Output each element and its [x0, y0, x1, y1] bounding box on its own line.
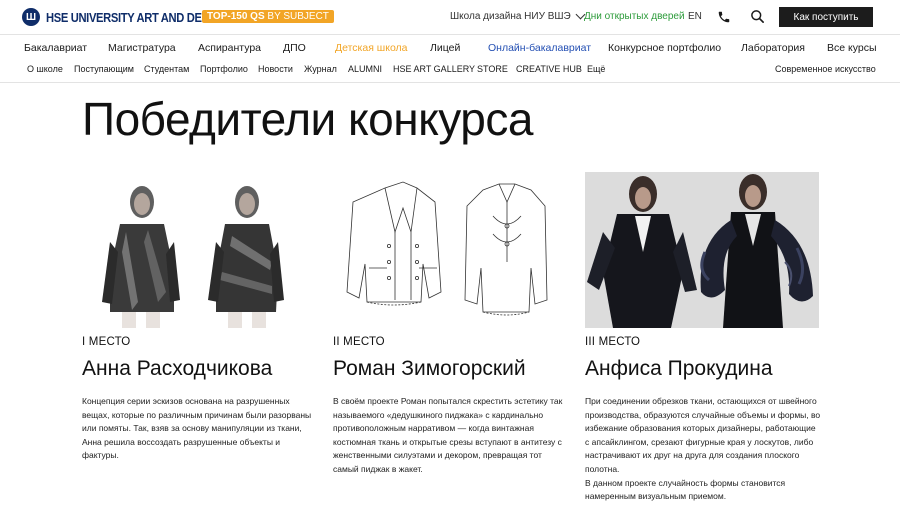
subnav-students[interactable]: Студентам	[144, 64, 189, 74]
subnav-journal[interactable]: Журнал	[304, 64, 337, 74]
winner-3-description: При соединении обрезков ткани, остающихс…	[585, 396, 821, 502]
page-title: Победители конкурса	[82, 93, 533, 145]
subnav-about[interactable]: О школе	[27, 64, 63, 74]
subnav-store[interactable]: STORE	[477, 64, 508, 74]
winner-2-name: Роман Зимогорский	[333, 357, 526, 380]
qs-ranking-badge[interactable]: TOP-150 QS BY SUBJECT	[202, 10, 334, 23]
winner-card-2: II МЕСТО Роман Зимогорский В своём проек…	[333, 172, 569, 477]
winner-1-image	[82, 172, 318, 328]
qs-badge-light: BY SUBJECT	[267, 11, 329, 22]
subnav-portfolio[interactable]: Портфолио	[200, 64, 248, 74]
header-divider	[0, 34, 900, 35]
subnav-applicants[interactable]: Поступающим	[74, 64, 134, 74]
nav-item-kids-school[interactable]: Детская школа	[335, 42, 408, 54]
language-switch[interactable]: EN	[688, 11, 702, 22]
phone-icon[interactable]	[717, 10, 731, 24]
nav-item-postgraduate[interactable]: Аспирантура	[198, 42, 261, 54]
qs-badge-bold: TOP-150 QS	[207, 11, 265, 22]
winner-2-description: В своём проекте Роман попытался скрестит…	[333, 396, 563, 474]
winner-card-3: III МЕСТО Анфиса Прокудина При соединени…	[585, 172, 821, 504]
nav-item-bachelor[interactable]: Бакалавриат	[24, 42, 87, 54]
subnav-art-gallery[interactable]: HSE ART GALLERY	[393, 64, 475, 74]
subnav-alumni[interactable]: ALUMNI	[348, 64, 382, 74]
nav-item-dpo[interactable]: ДПО	[283, 42, 306, 54]
winner-1-description: Концепция серии эскизов основана на разр…	[82, 396, 312, 461]
winner-1-name: Анна Расходчикова	[82, 357, 273, 380]
nav-item-portfolio-contest[interactable]: Конкурсное портфолио	[608, 42, 721, 54]
top-bar: Ш HSE UNIVERSITY ART AND DESIGN TOP-150 …	[0, 0, 900, 34]
open-days-link[interactable]: Дни открытых дверей	[584, 11, 685, 22]
subnav-more[interactable]: Ещё	[587, 64, 605, 74]
search-icon[interactable]	[750, 9, 765, 24]
logo-text: HSE UNIVERSITY ART AND DESIGN	[46, 9, 228, 25]
winner-2-image	[333, 172, 569, 328]
how-to-apply-button[interactable]: Как поступить	[779, 7, 873, 27]
nav-item-lyceum[interactable]: Лицей	[430, 42, 460, 54]
nav-item-lab[interactable]: Лаборатория	[741, 42, 805, 54]
winner-3-place: III МЕСТО	[585, 336, 641, 348]
nav-divider	[0, 82, 900, 83]
secondary-nav: О школе Поступающим Студентам Портфолио …	[0, 64, 900, 76]
school-dropdown[interactable]: Школа дизайна НИУ ВШЭ	[450, 9, 586, 22]
winner-1-place: I МЕСТО	[82, 336, 131, 348]
hse-logo-icon: Ш	[22, 8, 40, 26]
nav-item-online-bachelor[interactable]: Онлайн-бакалавриат	[488, 42, 591, 54]
nav-item-master[interactable]: Магистратура	[108, 42, 176, 54]
winner-card-1: I МЕСТО Анна Расходчикова Концепция сери…	[82, 172, 318, 463]
subnav-creative-hub[interactable]: CREATIVE HUB	[516, 64, 582, 74]
nav-item-all-courses[interactable]: Все курсы	[827, 42, 877, 54]
school-dropdown-label: Школа дизайна НИУ ВШЭ	[450, 11, 571, 22]
subnav-contemporary-art[interactable]: Современное искусство	[775, 64, 876, 74]
winner-3-name: Анфиса Прокудина	[585, 357, 773, 380]
winner-3-image	[585, 172, 819, 328]
winner-2-place: II МЕСТО	[333, 336, 385, 348]
subnav-news[interactable]: Новости	[258, 64, 293, 74]
primary-nav: Бакалавриат Магистратура Аспирантура ДПО…	[0, 42, 900, 56]
